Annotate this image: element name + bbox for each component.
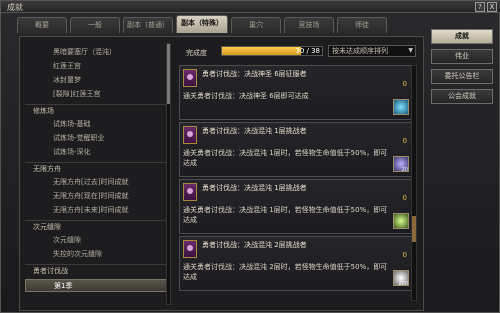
sidebar-item-label: 无限方舟[未来]时间成就	[53, 206, 129, 214]
feats-button[interactable]: 伟业	[431, 49, 493, 64]
sidebar-item[interactable]: [裂隙]红莲王宫	[25, 88, 171, 101]
sidebar-item[interactable]: 次元缝隙	[25, 234, 171, 247]
achievement-badge-icon	[183, 183, 197, 201]
sidebar-item-selected[interactable]: 第1季	[25, 279, 171, 292]
achievement-count: 0	[402, 251, 407, 259]
tab-nest[interactable]: 巢穴	[231, 17, 281, 33]
progress-bar-fill	[222, 47, 301, 55]
achievement-description: 通关勇者讨伐战：决战神圣 6层即可达成	[183, 92, 309, 100]
green-emblem-icon[interactable]	[393, 213, 409, 229]
tab-dungeon-special[interactable]: 副本（特殊）	[176, 15, 228, 33]
sidebar-category[interactable]: 无限方舟	[25, 162, 171, 175]
sidebar-item-label: 无限方舟[过去]时间成就	[53, 178, 129, 186]
sidebar-item-label: 试炼场-深化	[53, 148, 91, 156]
progress-bar: 30 / 38	[221, 46, 323, 56]
tab-overview[interactable]: 概要	[17, 17, 67, 33]
sidebar-item-label: 试炼场-基础	[53, 120, 91, 128]
achievement-list-panel: 完成度 30 / 38 按未达成顺序排列 ▼ 勇者讨伐战：决战神圣 6层征服者 …	[176, 43, 421, 305]
white-crystal-icon[interactable]: 200	[393, 270, 409, 287]
achievements-button[interactable]: 成就	[431, 29, 493, 44]
tab-arena[interactable]: 竞技场	[284, 17, 334, 33]
sidebar-item-label: 红莲王宫	[53, 62, 81, 70]
achievement-title: 勇者讨伐战：决战混沌 1层挑战者	[202, 127, 307, 135]
tab-mentor[interactable]: 师徒	[337, 17, 387, 33]
achievement-count: 0	[402, 194, 407, 202]
sidebar-category-label: 次元缝隙	[33, 223, 61, 231]
chevron-down-icon: ▼	[408, 47, 413, 54]
quest-board-button[interactable]: 委托公告栏	[431, 69, 493, 84]
sidebar-item[interactable]: 试炼场-觉醒职业	[25, 132, 171, 145]
list-scrollbar[interactable]	[411, 65, 417, 301]
sort-dropdown[interactable]: 按未达成顺序排列 ▼	[328, 45, 416, 57]
achievement-badge-icon	[183, 69, 197, 87]
blue-gem-icon[interactable]	[393, 99, 409, 115]
tab-dungeon-normal[interactable]: 副本（普通）	[123, 17, 173, 33]
sidebar-item[interactable]: 失控的次元缝隙	[25, 248, 171, 261]
sidebar-item[interactable]: 试炼场-深化	[25, 146, 171, 159]
sidebar-item[interactable]: 冰封噩梦	[25, 74, 171, 87]
reward-count: 200	[398, 281, 408, 287]
achievement-description: 通关勇者讨伐战：决战混沌 1层时，若怪物生命值低于50%，即可达成	[183, 149, 388, 167]
sidebar-item-label: 失控的次元缝隙	[53, 250, 102, 258]
sort-dropdown-value: 按未达成顺序排列	[332, 47, 388, 55]
help-button[interactable]: ?	[475, 2, 485, 12]
sidebar-scrollbar[interactable]	[166, 43, 171, 305]
progress-text: 30 / 38	[295, 47, 320, 55]
achievement-count: 0	[402, 137, 407, 145]
achievement-title: 勇者讨伐战：决战神圣 6层征服者	[202, 70, 307, 78]
achievement-card[interactable]: 勇者讨伐战：决战混沌 1层挑战者 0 通关勇者讨伐战：决战混沌 1层时，若怪物生…	[179, 122, 416, 177]
sidebar-item-label: [裂隙]红莲王宫	[53, 90, 101, 98]
guild-achievements-button[interactable]: 公会成就	[431, 89, 493, 104]
achievement-card[interactable]: 勇者讨伐战：决战混沌 2层挑战者 0 通关勇者讨伐战：决战混沌 2层时，若怪物生…	[179, 236, 416, 291]
achievement-badge-icon	[183, 126, 197, 144]
achievement-title: 勇者讨伐战：决战混沌 1层挑战者	[202, 184, 307, 192]
achievement-window: 成就 ? X 概要 一般 副本（普通） 副本（特殊） 巢穴 竞技场 师徒 黑暗要…	[0, 0, 500, 313]
achievement-badge-icon	[183, 240, 197, 258]
tab-general[interactable]: 一般	[70, 17, 120, 33]
sidebar-item-label: 无限方舟[现在]时间成就	[53, 192, 129, 200]
sidebar-category-label: 修炼场	[33, 107, 54, 115]
sidebar-category[interactable]: 次元缝隙	[25, 220, 171, 233]
achievement-card[interactable]: 勇者讨伐战：决战神圣 6层征服者 0 通关勇者讨伐战：决战神圣 6层即可达成	[179, 65, 416, 120]
close-button[interactable]: X	[487, 2, 497, 12]
achievement-title: 勇者讨伐战：决战混沌 2层挑战者	[202, 241, 307, 249]
sidebar-category[interactable]: 修炼场	[25, 104, 171, 117]
sidebar-category-label: 无限方舟	[33, 165, 61, 173]
category-sidebar: 黑暗要塞厅（混沌） 红莲王宫 冰封噩梦 [裂隙]红莲王宫 修炼场 试炼场-基础 …	[25, 43, 171, 305]
sidebar-item[interactable]: 黑暗要塞厅（混沌）	[25, 46, 171, 59]
sidebar-item[interactable]: 红莲王宫	[25, 60, 171, 73]
sidebar-item-label: 试炼场-觉醒职业	[53, 134, 105, 142]
progress-label: 完成度	[186, 49, 207, 57]
sidebar-category-label: 勇者讨伐战	[33, 267, 68, 275]
achievement-card[interactable]: 勇者讨伐战：决战混沌 1层挑战者 0 通关勇者讨伐战：决战混沌 1层时，若怪物生…	[179, 179, 416, 234]
sidebar-item-label: 冰封噩梦	[53, 76, 81, 84]
list-scrollbar-thumb[interactable]	[412, 216, 416, 242]
title-bar: 成就 ? X	[1, 1, 500, 13]
sidebar-item[interactable]: 试炼场-基础	[25, 118, 171, 131]
sidebar-item-label: 黑暗要塞厅（混沌）	[53, 48, 116, 56]
sidebar-scrollbar-thumb[interactable]	[167, 44, 170, 104]
achievement-description: 通关勇者讨伐战：决战混沌 2层时，若怪物生命值低于50%，即可达成	[183, 263, 388, 281]
sidebar-item[interactable]: 无限方舟[现在]时间成就	[25, 190, 171, 203]
sidebar-item[interactable]: 无限方舟[未来]时间成就	[25, 204, 171, 217]
sidebar-item-label: 次元缝隙	[53, 236, 81, 244]
sidebar-category[interactable]: 勇者讨伐战	[25, 264, 171, 277]
reward-count: 20	[401, 167, 408, 173]
achievement-count: 0	[402, 80, 407, 88]
achievement-description: 通关勇者讨伐战：决战混沌 1层时，若怪物生命值低于50%，即可达成	[183, 206, 388, 224]
window-title: 成就	[7, 3, 23, 12]
purple-orb-icon[interactable]: 20	[393, 156, 409, 173]
sidebar-item[interactable]: 无限方舟[过去]时间成就	[25, 176, 171, 189]
sidebar-item-label: 第1季	[54, 282, 73, 290]
